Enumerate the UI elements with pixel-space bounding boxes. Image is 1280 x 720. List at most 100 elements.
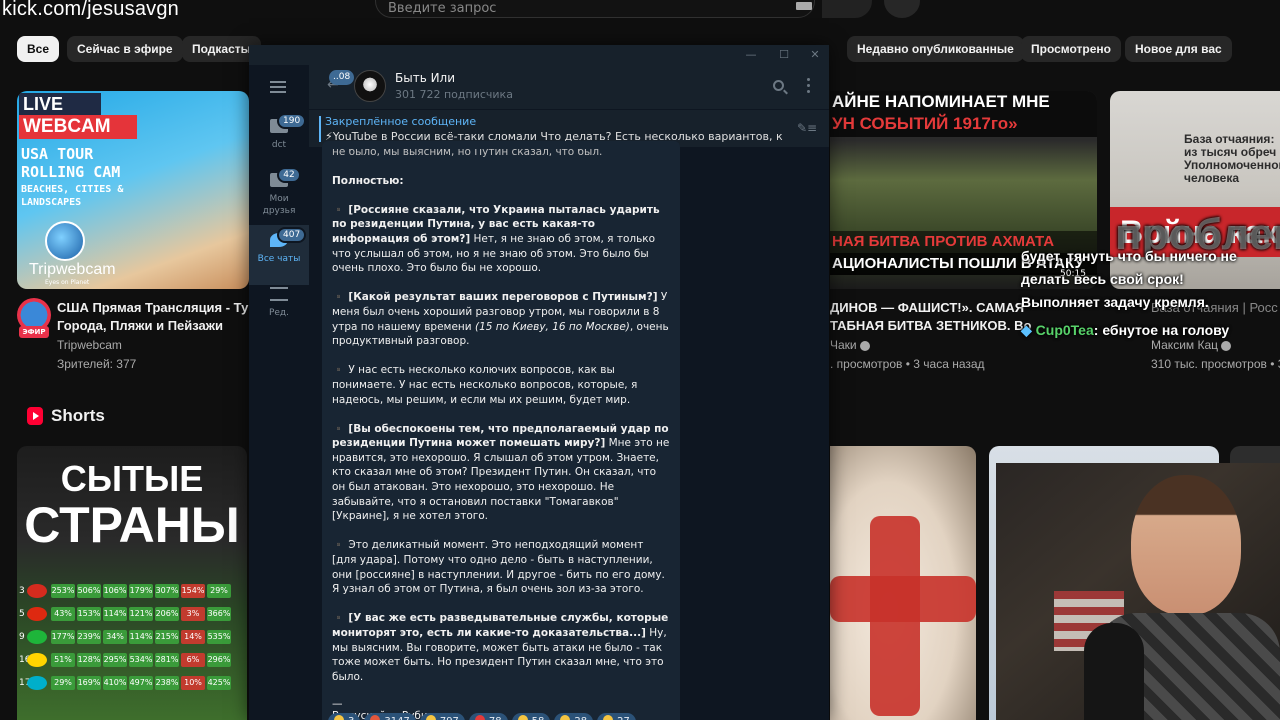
grid-cell: 497% xyxy=(129,676,153,690)
channel-name[interactable]: Максим Кац xyxy=(1151,338,1232,352)
viewer-count: Зрителей: 377 xyxy=(57,357,137,371)
keyboard-icon[interactable] xyxy=(796,2,812,10)
post-text: не было, мы выясним, но Путин сказал, чт… xyxy=(332,149,603,158)
folder-label: Мои друзья xyxy=(262,194,296,216)
live-tag: ЭФИР xyxy=(19,326,49,338)
telegram-window[interactable]: — ☐ ✕ 190 dct 42 Мои друзья 407 Все чаты… xyxy=(249,45,829,720)
reaction-count: 3 xyxy=(348,716,354,720)
unread-badge: 407 xyxy=(277,227,307,243)
globe-icon xyxy=(45,221,85,261)
reaction-chip[interactable]: 27 xyxy=(597,713,636,720)
country-flag-icon xyxy=(27,607,47,621)
grid-cell: 34% xyxy=(103,630,127,644)
youtube-search-input[interactable]: Введите запрос xyxy=(375,0,815,18)
channel-name[interactable]: Чаки xyxy=(830,338,870,352)
live-badge: LIVE xyxy=(19,93,101,115)
chip-all[interactable]: Все xyxy=(17,36,60,62)
grid-cell: 179% xyxy=(129,584,153,598)
folder-all-chats[interactable]: 407 Все чаты xyxy=(249,225,309,285)
grid-cell: 29% xyxy=(51,676,75,690)
quote-dash-icon: ▪️ xyxy=(332,364,349,377)
post-separator: — xyxy=(332,697,343,710)
reaction-chip[interactable]: 78 xyxy=(468,713,508,720)
minimize-icon[interactable]: — xyxy=(743,47,759,63)
search-button[interactable] xyxy=(822,0,872,18)
more-vertical-icon[interactable] xyxy=(807,78,811,94)
grid-cell: 169% xyxy=(77,676,101,690)
grid-cell: 106% xyxy=(103,584,127,598)
channel-avatar[interactable] xyxy=(354,70,386,102)
short-thumbnail-pizza[interactable] xyxy=(830,446,976,720)
praying-hands-icon xyxy=(603,715,614,720)
grid-row: 177% 239% 34% 114% 215% 14% 535% xyxy=(51,630,231,644)
menu-icon[interactable] xyxy=(270,81,286,93)
reaction-chip[interactable]: 58 xyxy=(511,713,551,720)
clapping-hands-icon xyxy=(517,715,528,720)
chip-watched[interactable]: Просмотрено xyxy=(1021,36,1122,62)
short-thumbnail-food-countries[interactable]: СЫТЫЕ СТРАНЫ 3 253% 506% 106% 179% 307% 154% 29… xyxy=(17,446,247,720)
grid-cell: 366% xyxy=(207,607,231,621)
pinned-list-icon[interactable]: ✎≡ xyxy=(797,121,819,135)
channel-name[interactable]: Tripwebcam xyxy=(57,338,122,352)
reaction-chip[interactable]: 797 xyxy=(419,713,465,720)
grid-cell: 51% xyxy=(51,653,75,667)
folder-my-friends[interactable]: 42 Мои друзья xyxy=(249,165,309,225)
brand-tagline: Eyes on Planet xyxy=(45,279,90,286)
post-paragraph: ▪️ [Какой результат ваших переговоров с … xyxy=(332,291,669,348)
folder-edit[interactable]: Ред. xyxy=(249,279,309,339)
stream-chat-line: будет, тянуть что бы ничего не xyxy=(1021,248,1237,264)
grid-cell: 128% xyxy=(77,653,101,667)
verified-icon xyxy=(1221,340,1232,351)
folder-dct[interactable]: 190 dct xyxy=(249,111,309,171)
grid-row: 29% 169% 410% 497% 238% 10% 425% xyxy=(51,676,231,690)
laughing-face-icon xyxy=(425,715,436,720)
post-paragraph: ▪️ [Вы обеспокоены тем, что предполагаем… xyxy=(332,422,670,523)
search-icon[interactable] xyxy=(773,80,784,91)
search-placeholder: Введите запрос xyxy=(388,1,497,16)
reaction-chip[interactable]: 3 xyxy=(328,713,361,720)
grid-cell: 506% xyxy=(77,584,101,598)
close-icon[interactable]: ✕ xyxy=(807,47,823,63)
reaction-count: 797 xyxy=(440,716,459,720)
chip-new-for-you[interactable]: Новое для вас xyxy=(1125,36,1232,62)
video-title[interactable]: ТАБНАЯ БИТВА ЗЕТНИКОВ. Во xyxy=(830,317,1031,335)
maximize-icon[interactable]: ☐ xyxy=(776,47,792,63)
window-titlebar[interactable]: — ☐ ✕ xyxy=(249,45,829,65)
heart-icon xyxy=(474,715,485,720)
grid-cell: 535% xyxy=(207,630,231,644)
reactions-bar: 3 3147 797 78 58 28 27 xyxy=(328,713,636,720)
chat-area[interactable]: не было, мы выясним, но Путин сказал, чт… xyxy=(309,141,829,720)
grid-cell: 215% xyxy=(155,630,179,644)
verified-icon xyxy=(859,340,870,351)
grid-cell: 114% xyxy=(103,607,127,621)
chip-recently-uploaded[interactable]: Недавно опубликованные xyxy=(847,36,1024,62)
grid-cell: 296% xyxy=(207,653,231,667)
video-title[interactable]: США Прямая Трансляция - Тур xyxy=(57,299,256,317)
reaction-chip[interactable]: 28 xyxy=(554,713,594,720)
folder-label: dct xyxy=(271,140,287,150)
grid-cell: 410% xyxy=(103,676,127,690)
channel-name[interactable]: Быть Или xyxy=(395,71,455,85)
chat-header[interactable]: ← ..08 Быть Или 301 722 подписчика xyxy=(309,65,829,109)
grid-cell: 425% xyxy=(207,676,231,690)
channel-post[interactable]: не было, мы выясним, но Путин сказал, чт… xyxy=(322,141,680,720)
reaction-count: 78 xyxy=(489,716,502,720)
reaction-chip[interactable]: 3147 xyxy=(364,713,416,720)
country-flag-icon xyxy=(27,630,47,644)
microphone-icon[interactable] xyxy=(884,0,920,18)
video-meta: 310 тыс. просмотров • 3 ча xyxy=(1151,357,1280,371)
stream-watermark: kick.com/jesusavgn xyxy=(2,0,179,20)
grid-cell: 43% xyxy=(51,607,75,621)
unread-counter: ..08 xyxy=(329,70,355,85)
quote-dash-icon: ▪️ xyxy=(332,539,349,552)
short-title: СЫТЫЕ xyxy=(60,458,204,499)
video-title[interactable]: Города, Пляжи и Пейзажи xyxy=(57,317,223,335)
video-title[interactable]: ДИНОВ — ФАШИСТ!». САМАЯ xyxy=(830,299,1024,317)
subscriber-count: 301 722 подписчика xyxy=(395,88,513,101)
thumb-text: BEACHES, CITIES & xyxy=(21,184,124,195)
grid-row-number: 9 xyxy=(19,632,25,642)
shorts-section-title: Shorts xyxy=(51,406,105,425)
chip-live[interactable]: Сейчас в эфире xyxy=(67,36,183,62)
shorts-icon xyxy=(27,407,43,425)
video-thumbnail-usa-tour[interactable]: LIVE WEBCAM USA TOUR ROLLING CAM BEACHES… xyxy=(17,91,249,289)
